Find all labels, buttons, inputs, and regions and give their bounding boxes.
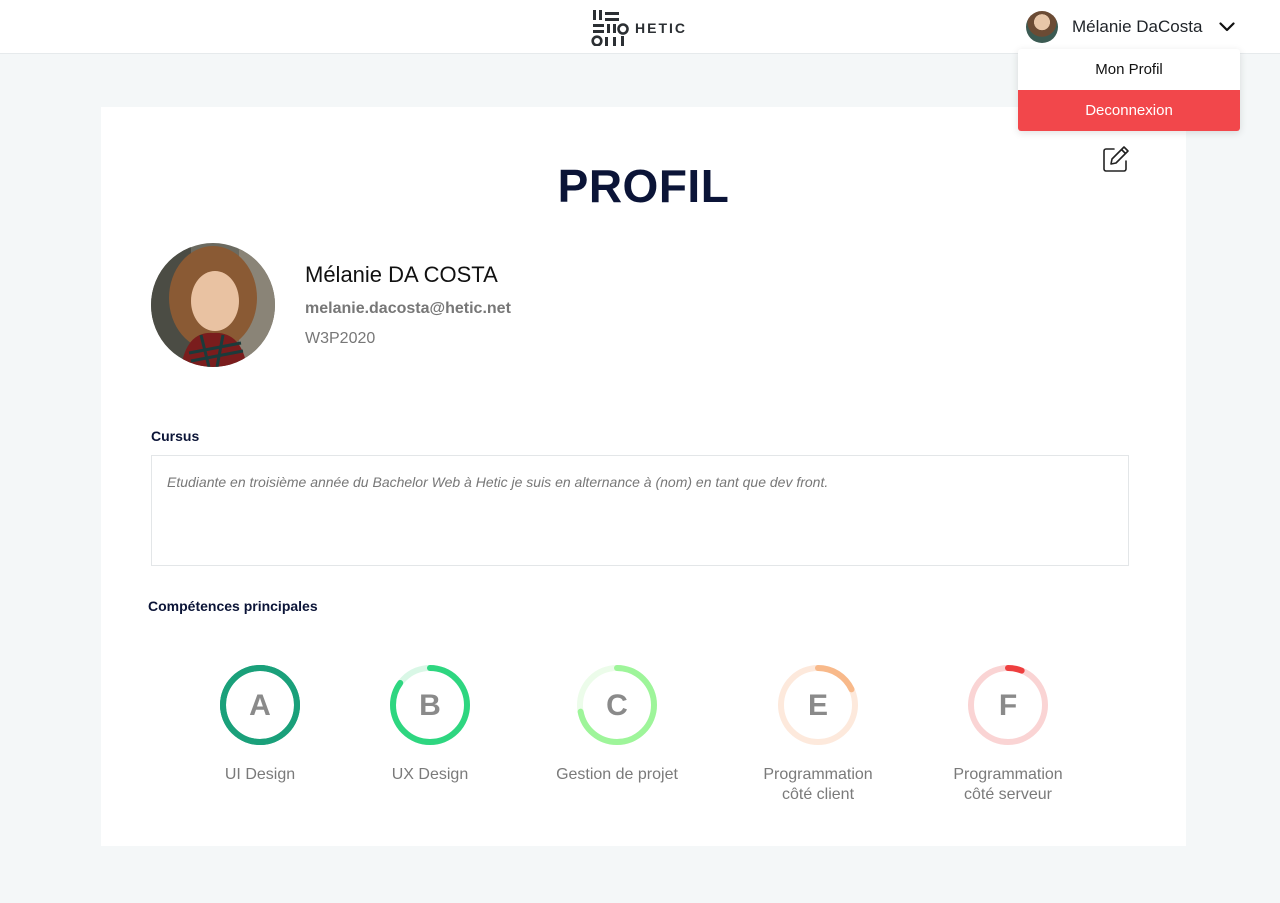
profile-photo [151, 243, 275, 367]
hetic-logo[interactable]: HETIC [591, 10, 687, 46]
skill-item: B UX Design [340, 663, 520, 785]
cursus-text: Etudiante en troisième année du Bachelor… [151, 455, 1129, 566]
skill-grade: A [249, 689, 271, 722]
user-dropdown-menu: Mon Profil Deconnexion [1018, 49, 1240, 131]
skill-label: Programmation côté serveur [953, 766, 1063, 803]
skill-label: Programmation côté client [763, 766, 873, 803]
top-bar: HETIC Mélanie DaCosta [0, 0, 1280, 54]
skill-ring: F [968, 665, 1048, 745]
cursus-label: Cursus [151, 428, 200, 444]
menu-item-deconnexion[interactable]: Deconnexion [1018, 90, 1240, 131]
skill-label: Gestion de projet [556, 766, 678, 783]
skill-item: E Programmation côté client [728, 663, 908, 805]
user-menu-toggle[interactable]: Mélanie DaCosta [1026, 10, 1238, 44]
skill-grade: B [419, 689, 441, 722]
skill-grade: E [808, 689, 828, 722]
logo-text: HETIC [635, 20, 687, 36]
menu-item-mon-profil[interactable]: Mon Profil [1018, 49, 1240, 90]
avatar [1026, 11, 1058, 43]
skill-ring: C [577, 665, 657, 745]
chevron-down-icon[interactable] [1216, 16, 1238, 38]
profile-card: PROFIL Mélanie DA COSTA melanie.dacosta@… [101, 107, 1186, 846]
page-title: PROFIL [557, 160, 730, 212]
skill-grade: C [606, 689, 628, 722]
skill-item: F Programmation côté serveur [918, 663, 1098, 805]
skill-label: UX Design [391, 766, 469, 783]
skill-ring: B [390, 665, 470, 745]
skill-ring: A [220, 665, 300, 745]
user-name: Mélanie DaCosta [1072, 17, 1203, 36]
skills-label: Compétences principales [148, 598, 318, 614]
skill-item: A UI Design [170, 663, 350, 785]
skill-grade: F [999, 689, 1017, 722]
skill-item: C Gestion de projet [527, 663, 707, 785]
profile-class: W3P2020 [305, 330, 376, 347]
skill-ring: E [778, 665, 858, 745]
profile-name: Mélanie DA COSTA [305, 262, 498, 287]
skill-label: UI Design [224, 766, 296, 783]
hetic-logo-icon [591, 10, 629, 46]
skills-list: A UI Design B UX Design C Gestion de pro… [101, 663, 1186, 823]
profile-email: melanie.dacosta@hetic.net [305, 300, 511, 317]
